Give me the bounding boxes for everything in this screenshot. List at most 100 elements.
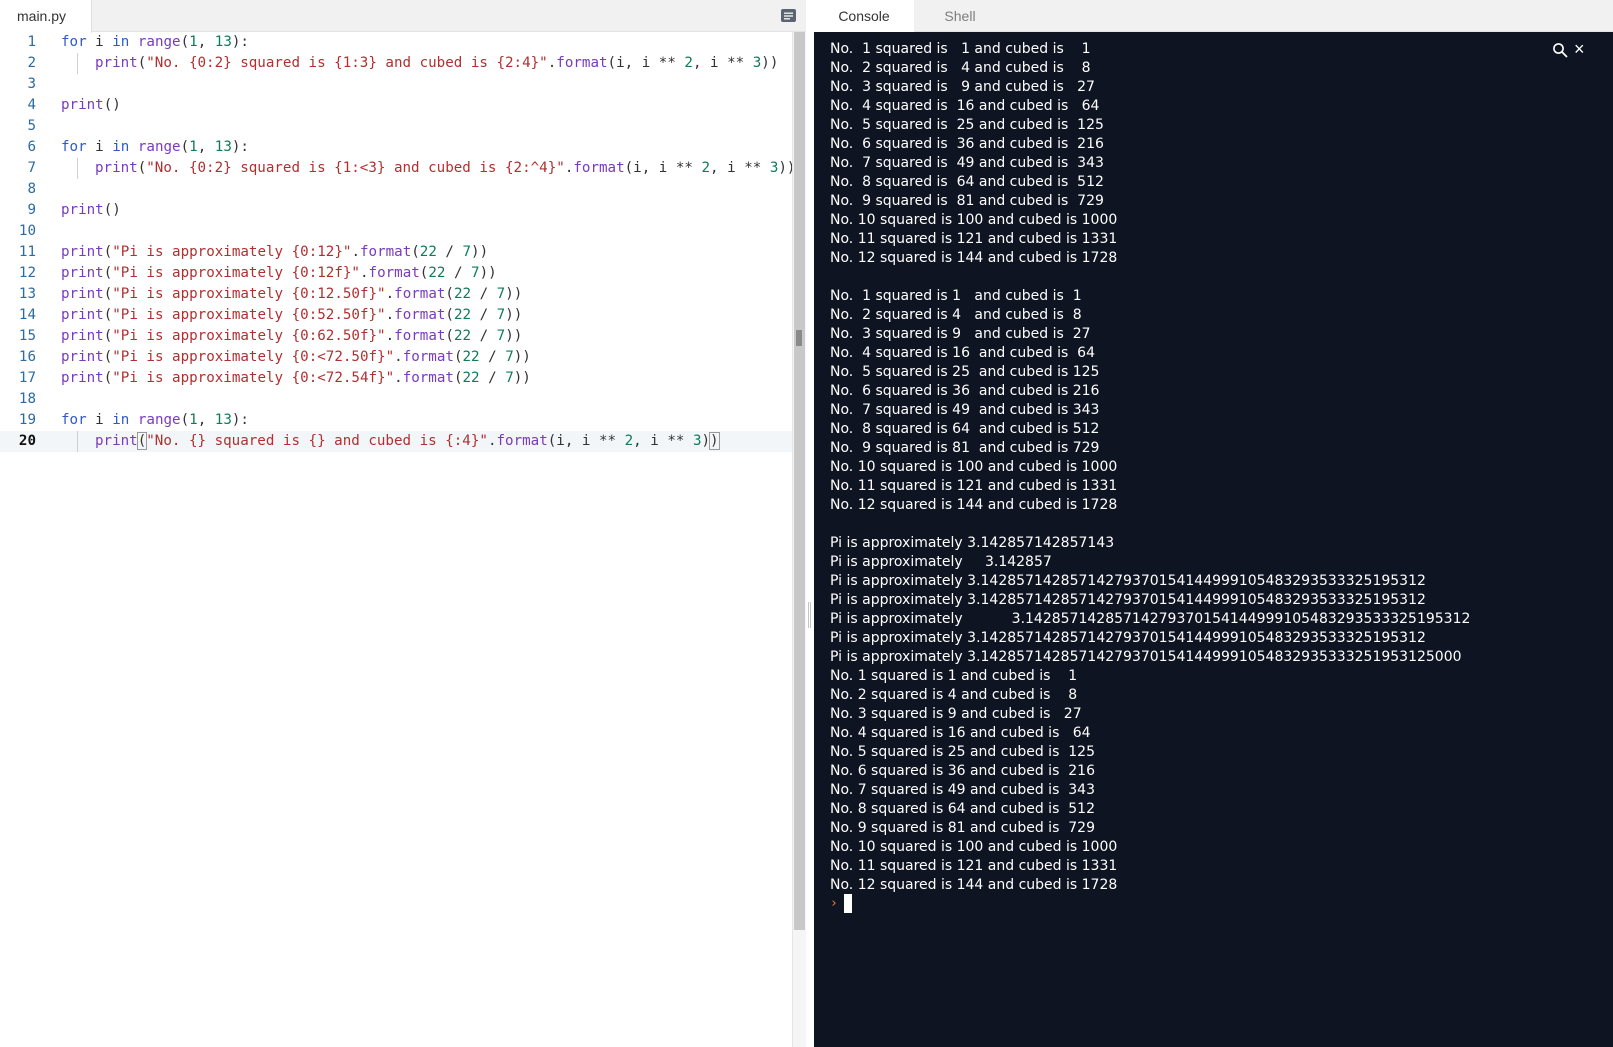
console-output-line: No. 11 squared is 121 and cubed is 1331 <box>830 478 1118 494</box>
code-token: "No. {} squared is {} and cubed is {:4}" <box>146 433 488 449</box>
console-prompt[interactable]: › <box>830 894 870 913</box>
code-text: print() <box>61 95 121 116</box>
line-number: 8 <box>27 181 36 197</box>
code-token: "Pi is approximately {0:<72.54f}" <box>112 370 395 386</box>
code-token: )) <box>479 265 497 281</box>
code-line[interactable]: 16 print("Pi is approximately {0:<72.50f}… <box>0 347 792 368</box>
console-output-line: No. 7 squared is 49 and cubed is 343 <box>830 155 1104 171</box>
code-token: , <box>197 34 215 50</box>
code-token: / <box>436 244 463 260</box>
code-token: ( <box>137 160 147 176</box>
pane-resize-handle[interactable] <box>806 0 814 1047</box>
code-token: / <box>471 328 497 344</box>
indent-guide <box>77 53 78 74</box>
code-line[interactable]: 19 for i in range(1, 13): <box>0 410 792 431</box>
code-token: format <box>496 433 548 449</box>
code-line[interactable]: 7 print("No. {0:2} squared is {1:<3} and … <box>0 158 795 179</box>
code-line[interactable]: 18 <box>0 389 792 410</box>
code-token: ( <box>180 34 190 50</box>
code-text: for i in range(1, 13): <box>61 137 249 158</box>
code-token: format <box>359 244 412 260</box>
code-token: , i ** <box>710 160 770 176</box>
file-tab-main-py[interactable]: main.py <box>0 0 92 33</box>
code-line[interactable]: 13 print("Pi is approximately {0:12.50f}"… <box>0 284 792 305</box>
code-token: print <box>61 328 104 344</box>
code-token: (i, i ** <box>624 160 702 176</box>
code-token: ( <box>411 244 420 260</box>
editor-options-icon[interactable] <box>780 7 797 24</box>
code-line[interactable]: 2 print("No. {0:2} squared is {1:3} and c… <box>0 53 792 74</box>
indent-guide <box>77 158 78 179</box>
code-token: 13 <box>214 34 232 50</box>
line-number: 12 <box>18 265 36 281</box>
code-token: format <box>402 370 454 386</box>
code-token: 22 <box>462 370 480 386</box>
code-line[interactable]: 10 <box>0 221 792 242</box>
code-token: (i, i ** <box>547 433 625 449</box>
code-token: , i ** <box>633 433 693 449</box>
line-number: 15 <box>18 328 36 344</box>
console-output-line: No. 11 squared is 121 and cubed is 1331 <box>830 858 1118 874</box>
code-token: / <box>471 307 497 323</box>
console-output[interactable]: × No. 1 squared is 1 and cubed is 1 No. 2… <box>814 32 1613 1047</box>
console-output-line: No. 1 squared is 1 and cubed is 1 <box>830 668 1078 684</box>
code-token: 22 <box>453 307 472 323</box>
code-line[interactable]: 12 print("Pi is approximately {0:12f}".fo… <box>0 263 792 284</box>
code-line[interactable]: 5 <box>0 116 792 137</box>
code-line[interactable]: 9 print() <box>0 200 792 221</box>
code-token: "Pi is approximately {0:52.50f}" <box>112 307 386 323</box>
editor-scrollbar[interactable] <box>792 32 806 1047</box>
code-token: ( <box>180 139 190 155</box>
code-token: 7 <box>505 370 514 386</box>
code-editor[interactable]: 1 for i in range(1, 13): 2 print("No. {0:2}… <box>0 32 795 1047</box>
code-token: )) <box>471 244 489 260</box>
code-token: )) <box>505 286 523 302</box>
line-number: 11 <box>18 244 36 260</box>
code-token: () <box>103 202 121 218</box>
tab-console[interactable]: Console <box>814 0 914 32</box>
code-token: 2 <box>624 433 634 449</box>
code-token: / <box>479 349 506 365</box>
code-token: ( <box>103 328 113 344</box>
code-line[interactable]: 17 print("Pi is approximately {0:<72.54f}… <box>0 368 792 389</box>
console-output-line: No. 6 squared is 36 and cubed is 216 <box>830 383 1100 399</box>
console-output-line: No. 4 squared is 16 and cubed is 64 <box>830 725 1091 741</box>
code-line[interactable]: 11 print("Pi is approximately {0:12}".for… <box>0 242 792 263</box>
code-token: 7 <box>496 328 506 344</box>
code-token: "Pi is approximately {0:62.50f}" <box>112 328 386 344</box>
line-number: 16 <box>18 349 36 365</box>
editor-scroll-thumb[interactable] <box>794 32 805 930</box>
code-line[interactable]: 8 <box>0 179 792 200</box>
code-line[interactable]: 6 for i in range(1, 13): <box>0 137 792 158</box>
code-token: . <box>394 349 403 365</box>
console-output-line: No. 10 squared is 100 and cubed is 1000 <box>830 212 1118 228</box>
console-output-line: No. 4 squared is 16 and cubed is 64 <box>830 98 1100 114</box>
search-icon[interactable] <box>1552 42 1568 58</box>
code-token: 1 <box>189 34 198 50</box>
code-line[interactable]: 1 for i in range(1, 13): <box>0 32 792 53</box>
console-output-line: Pi is approximately 3.142857142857142793… <box>830 573 1426 589</box>
console-output-line: No. 12 squared is 144 and cubed is 1728 <box>830 497 1118 513</box>
code-text: print("Pi is approximately {0:12}".forma… <box>61 242 488 263</box>
console-output-line: No. 7 squared is 49 and cubed is 343 <box>830 782 1095 798</box>
code-token: 7 <box>496 307 506 323</box>
code-token: ): <box>231 412 249 428</box>
code-line[interactable]: 20 print("No. {} squared is {} and cubed … <box>0 431 792 452</box>
console-output-line: No. 3 squared is 9 and cubed is 27 <box>830 706 1082 722</box>
close-icon[interactable]: × <box>1574 40 1585 58</box>
line-number: 10 <box>18 223 36 239</box>
console-output-line: No. 1 squared is 1 and cubed is 1 <box>830 288 1082 304</box>
code-line[interactable]: 15 print("Pi is approximately {0:62.50f}"… <box>0 326 792 347</box>
code-line[interactable]: 3 <box>0 74 792 95</box>
code-token: i <box>86 139 113 155</box>
code-token: / <box>479 370 506 386</box>
tab-shell[interactable]: Shell <box>914 0 1006 32</box>
console-output-line: No. 2 squared is 4 and cubed is 8 <box>830 307 1082 323</box>
console-output-line: No. 4 squared is 16 and cubed is 64 <box>830 345 1095 361</box>
code-line[interactable]: 4 print() <box>0 95 792 116</box>
line-number: 2 <box>27 55 36 71</box>
code-line[interactable]: 14 print("Pi is approximately {0:52.50f}"… <box>0 305 792 326</box>
line-number: 4 <box>27 97 36 113</box>
code-token: print <box>61 244 104 260</box>
code-token: i <box>86 34 113 50</box>
